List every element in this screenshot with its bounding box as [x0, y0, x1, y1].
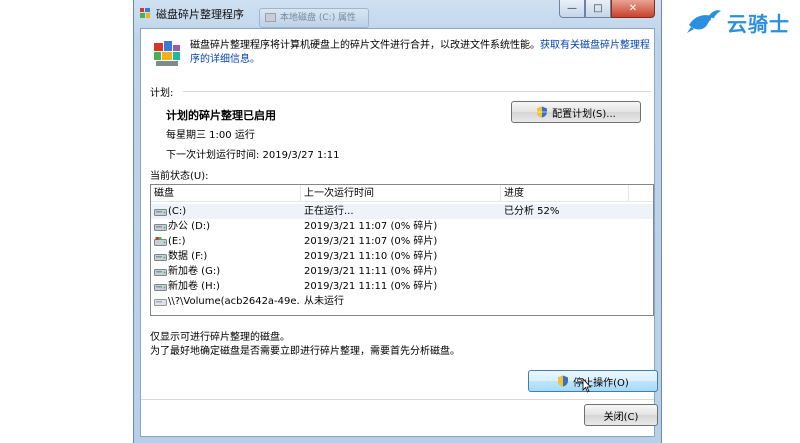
hard-drive-icon — [154, 224, 167, 231]
uac-shield-icon — [558, 375, 569, 387]
hard-drive-icon — [154, 254, 167, 261]
current-status-label: 当前状态(U): — [150, 171, 209, 182]
background-window-title[interactable]: 本地磁盘 (C:) 属性 — [259, 8, 369, 28]
disk-name: 数据 (F:) — [168, 251, 208, 262]
configure-schedule-label: 配置计划(S)... — [552, 108, 616, 120]
table-row[interactable]: 数据 (F:) 2019/3/21 11:10 (0% 碎片) — [151, 249, 653, 264]
uac-shield-icon — [537, 106, 548, 118]
drive-icon — [265, 13, 276, 22]
column-header-disk[interactable]: 磁盘 — [151, 185, 301, 202]
title-bar[interactable]: 磁盘碎片整理程序 本地磁盘 (C:) 属性 — □ ✕ — [134, 0, 661, 28]
next-run-time: 下一次计划运行时间: 2019/3/27 1:11 — [166, 150, 340, 161]
close-button[interactable]: 关闭(C) — [584, 404, 658, 426]
table-row[interactable]: (C:) 正在运行... 已分析 52% — [151, 204, 653, 219]
table-row[interactable]: 办公 (D:) 2019/3/21 11:07 (0% 碎片) — [151, 219, 653, 234]
progress-value — [504, 234, 626, 249]
schedule-frequency: 每星期三 1:00 运行 — [166, 130, 255, 141]
note-defrag-only: 仅显示可进行碎片整理的磁盘。 — [150, 332, 290, 343]
configure-schedule-button[interactable]: 配置计划(S)... — [511, 101, 641, 123]
column-header-last-run[interactable]: 上一次运行时间 — [301, 185, 501, 202]
bird-logo-icon — [687, 10, 721, 33]
defrag-window: 磁盘碎片整理程序 本地磁盘 (C:) 属性 — □ ✕ 磁盘碎片整理程序将计算机… — [133, 0, 662, 443]
window-controls: — □ ✕ — [559, 0, 655, 18]
last-run-time: 2019/3/21 11:11 (0% 碎片) — [304, 281, 438, 292]
disk-name: \\?\Volume(acb2642a-49e... — [168, 296, 300, 307]
mouse-cursor-icon — [582, 378, 592, 393]
disk-name: 新加卷 (G:) — [168, 266, 221, 277]
last-run-time: 正在运行... — [304, 206, 354, 217]
last-run-time: 2019/3/21 11:07 (0% 碎片) — [304, 221, 438, 232]
progress-value — [504, 249, 626, 264]
intro-description: 磁盘碎片整理程序将计算机硬盘上的碎片文件进行合并，以改进文件系统性能。 — [190, 40, 540, 51]
schedule-section-label: 计划: — [150, 88, 174, 99]
hard-drive-icon — [154, 209, 167, 216]
intro-text: 磁盘碎片整理程序将计算机硬盘上的碎片文件进行合并，以改进文件系统性能。获取有关磁… — [190, 39, 650, 67]
close-window-button[interactable]: ✕ — [611, 0, 655, 18]
table-row[interactable]: 新加卷 (H:) 2019/3/21 11:11 (0% 碎片) — [151, 279, 653, 294]
progress-value — [504, 279, 626, 294]
progress-value: 已分析 52% — [504, 206, 560, 217]
window-title: 磁盘碎片整理程序 — [156, 8, 244, 21]
table-row[interactable]: \\?\Volume(acb2642a-49e... 从未运行 — [151, 294, 653, 309]
disk-list-header: 磁盘 上一次运行时间 进度 — [151, 185, 653, 202]
schedule-status: 计划的碎片整理已启用 — [166, 109, 276, 122]
stop-operation-button[interactable]: 停止操作(O) — [528, 370, 658, 392]
last-run-time: 2019/3/21 11:11 (0% 碎片) — [304, 266, 438, 277]
defrag-large-icon — [154, 41, 180, 66]
volume-icon — [154, 299, 167, 306]
progress-value — [504, 264, 626, 279]
note-analyze-first: 为了最好地确定磁盘是否需要立即进行碎片整理，需要首先分析磁盘。 — [150, 346, 460, 357]
disk-name: (C:) — [168, 206, 187, 217]
watermark-logo: 云骑士 — [685, 4, 790, 40]
last-run-time: 2019/3/21 11:07 (0% 碎片) — [304, 236, 438, 247]
table-row[interactable]: 新加卷 (G:) 2019/3/21 11:11 (0% 碎片) — [151, 264, 653, 279]
os-drive-icon — [154, 237, 167, 246]
background-window-label: 本地磁盘 (C:) 属性 — [280, 13, 357, 23]
desktop-left — [0, 0, 133, 443]
last-run-time: 从未运行 — [304, 296, 344, 307]
column-header-progress[interactable]: 进度 — [501, 185, 629, 202]
hard-drive-icon — [154, 284, 167, 291]
maximize-button[interactable]: □ — [585, 0, 611, 18]
footer-divider — [141, 399, 654, 400]
minimize-button[interactable]: — — [559, 0, 585, 18]
schedule-divider — [183, 91, 651, 92]
last-run-time: 2019/3/21 11:10 (0% 碎片) — [304, 251, 438, 262]
watermark-text: 云骑士 — [727, 11, 790, 36]
defrag-app-icon — [140, 8, 150, 18]
disk-name: (E:) — [168, 236, 186, 247]
disk-name: 新加卷 (H:) — [168, 281, 220, 292]
disk-list[interactable]: 磁盘 上一次运行时间 进度 (C:) 正在运行... 已分析 52% 办公 (D:) 2… — [150, 184, 654, 316]
disk-name: 办公 (D:) — [168, 221, 211, 232]
progress-value — [504, 294, 626, 309]
table-row[interactable]: (E:) 2019/3/21 11:07 (0% 碎片) — [151, 234, 653, 249]
desktop-right: 云骑士 — [662, 0, 800, 443]
progress-value — [504, 219, 626, 234]
dialog-client-area: 磁盘碎片整理程序将计算机硬盘上的碎片文件进行合并，以改进文件系统性能。获取有关磁… — [140, 28, 658, 437]
hard-drive-icon — [154, 269, 167, 276]
